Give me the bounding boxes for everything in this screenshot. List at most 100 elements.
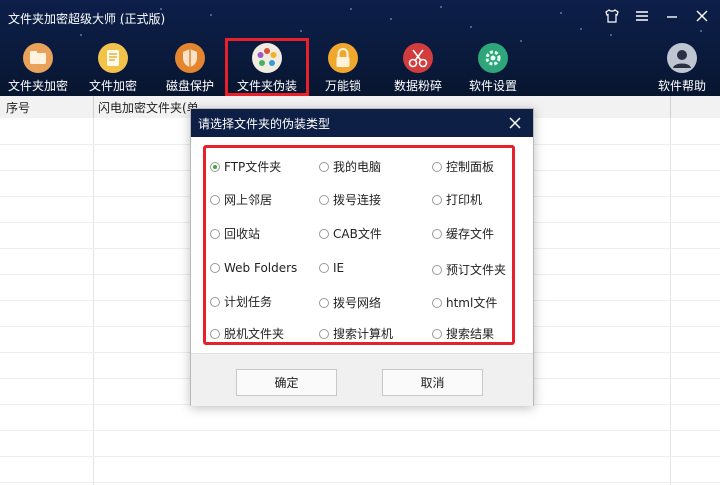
radio-button[interactable] bbox=[432, 194, 442, 205]
star-dot bbox=[580, 28, 582, 30]
radio-button[interactable] bbox=[319, 328, 329, 339]
toolbar-label: 软件帮助 bbox=[657, 79, 706, 93]
option-recycle-bin[interactable]: 回收站 bbox=[210, 225, 260, 242]
toolbar-label: 文件夹伪装 bbox=[236, 79, 297, 93]
option-label: 打印机 bbox=[446, 193, 483, 207]
option-cab-file[interactable]: CAB文件 bbox=[319, 225, 382, 242]
option-ftp-folder[interactable]: FTP文件夹 bbox=[210, 158, 281, 175]
radio-button[interactable] bbox=[432, 297, 442, 308]
option-dialup-connection[interactable]: 拨号连接 bbox=[319, 191, 381, 208]
column-header-folder[interactable]: 闪电加密文件夹(单 bbox=[98, 99, 199, 116]
radio-button[interactable] bbox=[432, 228, 442, 239]
toolbar-folder-encrypt-button[interactable]: 文件夹加密 bbox=[0, 40, 78, 94]
option-control-panel[interactable]: 控制面板 bbox=[432, 158, 494, 175]
radio-button[interactable] bbox=[432, 161, 442, 172]
main-toolbar: 文件夹加密 文件加密 磁盘保护 文件夹伪装 万能锁 数据粉碎 软件设置 软件帮助 bbox=[0, 38, 720, 96]
option-label: 计划任务 bbox=[224, 295, 273, 309]
option-network-neighborhood[interactable]: 网上邻居 bbox=[210, 191, 272, 208]
star-dot bbox=[700, 30, 702, 32]
option-cache-file[interactable]: 缓存文件 bbox=[432, 225, 494, 242]
disguise-type-dialog: 请选择文件夹的伪装类型 FTP文件夹 我的电脑 控制面板 网上邻居 拨号连接 打… bbox=[190, 108, 534, 406]
option-subscription-folder[interactable]: 预订文件夹 bbox=[432, 261, 506, 278]
radio-button[interactable] bbox=[319, 297, 329, 308]
star-dot bbox=[440, 6, 442, 8]
option-label: CAB文件 bbox=[333, 227, 382, 241]
toolbar-label: 软件设置 bbox=[468, 79, 517, 93]
option-label: 搜索计算机 bbox=[333, 327, 394, 341]
app-title: 文件夹加密超级大师 (正式版) bbox=[8, 12, 166, 26]
star-dot bbox=[80, 34, 82, 36]
radio-button[interactable] bbox=[319, 263, 329, 273]
option-my-computer[interactable]: 我的电脑 bbox=[319, 158, 381, 175]
star-dot bbox=[390, 18, 392, 20]
star-dot bbox=[470, 26, 472, 28]
option-label: Web Folders bbox=[224, 261, 298, 275]
skin-icon[interactable] bbox=[602, 6, 622, 26]
star-dot bbox=[300, 30, 302, 32]
toolbar-label: 万能锁 bbox=[324, 79, 361, 93]
table-row-line bbox=[0, 456, 720, 457]
ok-button[interactable]: 确定 bbox=[236, 369, 337, 396]
option-printer[interactable]: 打印机 bbox=[432, 191, 482, 208]
option-label: FTP文件夹 bbox=[224, 160, 282, 174]
radio-button[interactable] bbox=[210, 194, 220, 205]
option-label: 脱机文件夹 bbox=[224, 327, 285, 341]
option-search-results[interactable]: 搜索结果 bbox=[432, 325, 494, 342]
cancel-button[interactable]: 取消 bbox=[382, 369, 483, 396]
option-label: 回收站 bbox=[224, 227, 261, 241]
radio-button[interactable] bbox=[319, 194, 329, 205]
radio-button[interactable] bbox=[432, 264, 442, 275]
toolbar-file-encrypt-button[interactable]: 文件加密 bbox=[73, 40, 153, 94]
toolbar-folder-disguise-button[interactable]: 文件夹伪装 bbox=[225, 38, 309, 96]
close-icon[interactable] bbox=[692, 6, 712, 26]
option-search-computer[interactable]: 搜索计算机 bbox=[319, 325, 393, 342]
option-label: 我的电脑 bbox=[333, 160, 382, 174]
radio-button[interactable] bbox=[210, 228, 220, 239]
toolbar-label: 数据粉碎 bbox=[393, 79, 442, 93]
folder-lock-icon bbox=[22, 42, 54, 74]
option-dialup-network[interactable]: 拨号网络 bbox=[319, 294, 381, 311]
title-bar-header: 文件夹加密超级大师 (正式版) 文件夹加密 文件加密 磁盘保护 文件夹伪装 万能… bbox=[0, 0, 720, 96]
option-label: 网上邻居 bbox=[224, 193, 273, 207]
star-dot bbox=[610, 34, 612, 36]
radio-button[interactable] bbox=[319, 161, 329, 172]
option-label: 缓存文件 bbox=[446, 227, 495, 241]
dialog-title: 请选择文件夹的伪装类型 bbox=[198, 117, 331, 131]
disk-shield-icon bbox=[174, 42, 206, 74]
star-dot bbox=[350, 8, 352, 10]
padlock-icon bbox=[327, 42, 359, 74]
minimize-icon[interactable] bbox=[662, 6, 682, 26]
radio-button[interactable] bbox=[210, 328, 220, 339]
option-label: 拨号连接 bbox=[333, 193, 382, 207]
option-offline-folder[interactable]: 脱机文件夹 bbox=[210, 325, 284, 342]
option-scheduled-tasks[interactable]: 计划任务 bbox=[210, 293, 272, 310]
option-html-file[interactable]: html文件 bbox=[432, 294, 497, 311]
toolbar-data-shred-button[interactable]: 数据粉碎 bbox=[378, 40, 458, 94]
shredder-icon bbox=[402, 42, 434, 74]
file-lock-icon bbox=[97, 42, 129, 74]
toolbar-disk-protect-button[interactable]: 磁盘保护 bbox=[150, 40, 230, 94]
window-controls bbox=[602, 6, 712, 26]
toolbar-settings-button[interactable]: 软件设置 bbox=[453, 40, 533, 94]
option-label: 拨号网络 bbox=[333, 296, 382, 310]
radio-button[interactable] bbox=[432, 328, 442, 339]
option-web-folders[interactable]: Web Folders bbox=[210, 261, 297, 275]
option-label: 预订文件夹 bbox=[446, 263, 507, 277]
radio-button[interactable] bbox=[210, 296, 220, 307]
disguise-options-group: FTP文件夹 我的电脑 控制面板 网上邻居 拨号连接 打印机 回收站 CAB文件… bbox=[203, 145, 515, 345]
dialog-footer: 确定 取消 bbox=[191, 353, 533, 406]
column-divider bbox=[93, 96, 94, 118]
menu-icon[interactable] bbox=[632, 6, 652, 26]
option-label: 搜索结果 bbox=[446, 327, 495, 341]
radio-button[interactable] bbox=[210, 263, 220, 273]
toolbar-universal-lock-button[interactable]: 万能锁 bbox=[303, 40, 383, 94]
radio-button[interactable] bbox=[319, 228, 329, 239]
toolbar-label: 文件夹加密 bbox=[7, 79, 68, 93]
toolbar-help-button[interactable]: 软件帮助 bbox=[642, 40, 720, 94]
column-divider bbox=[670, 96, 671, 118]
dialog-close-icon[interactable] bbox=[505, 113, 525, 133]
radio-button-selected[interactable] bbox=[210, 161, 220, 172]
option-label: 控制面板 bbox=[446, 160, 495, 174]
option-ie[interactable]: IE bbox=[319, 261, 344, 275]
column-header-index[interactable]: 序号 bbox=[6, 99, 30, 116]
